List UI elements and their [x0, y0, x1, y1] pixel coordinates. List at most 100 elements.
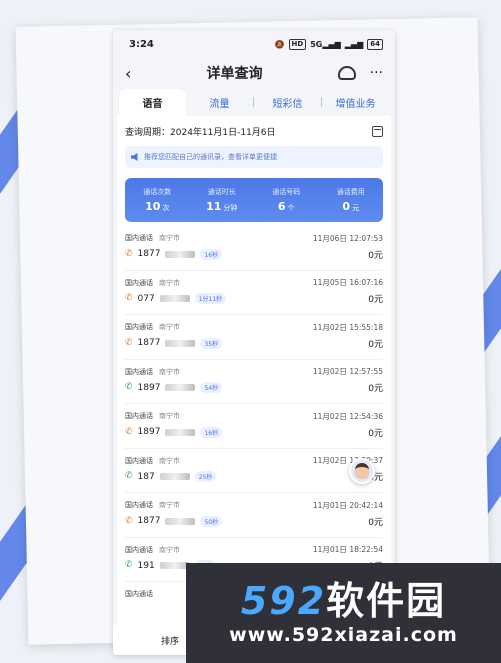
call-duration-badge: 16秒 [200, 426, 223, 438]
call-datetime: 11月02日 12:57:55 [312, 367, 383, 376]
call-fee: 0元 [368, 339, 383, 350]
call-number: 1877 [137, 249, 161, 259]
call-type: 国内通话 [125, 323, 153, 331]
call-duration-badge: 54秒 [200, 382, 223, 393]
call-type: 国内通话 [125, 456, 153, 465]
call-datetime: 11月02日 12:54:36 [312, 411, 383, 421]
status-icons: 🔕 HD 5G▂▄▆ ▂▄▆ 64 [275, 38, 383, 50]
call-row[interactable]: 国内通话 南宁市 11月02日 15:55:18 ✆ 1877 35秒 0元 [125, 315, 383, 360]
call-row[interactable]: 国内通话 南宁市 11月05日 16:07:16 ✆ 077 1分11秒 0元 [125, 271, 383, 315]
call-city: 南宁市 [159, 234, 180, 242]
call-type: 国内通话 [125, 412, 153, 420]
call-city: 南宁市 [159, 545, 180, 554]
call-datetime: 11月06日 12:07:53 [312, 233, 383, 243]
call-type: 国内通话 [125, 278, 153, 287]
call-number: 1897 [137, 427, 161, 437]
call-city: 南宁市 [159, 501, 180, 509]
nav-bar: ‹ 详单查询 ··· [113, 58, 395, 88]
masked-digits [159, 473, 190, 480]
tab-data[interactable]: 流量 [186, 95, 253, 116]
call-summary: 通话次数 10 次 通话时长 11 分钟 通话号码 6个 通话费用 0元 [125, 178, 383, 222]
masked-digits [165, 428, 196, 436]
battery-icon: 64 [367, 38, 383, 50]
tab-sms[interactable]: 短彩信 [254, 95, 321, 116]
call-duration-badge: 1分11秒 [194, 293, 227, 304]
assistant-face-icon [355, 463, 369, 479]
signal-5g-icon: 5G▂▄▆ [310, 39, 341, 49]
call-type: 国内通话 [125, 590, 153, 598]
outgoing-call-icon: ✆ [125, 515, 133, 526]
call-type: 国内通话 [125, 501, 153, 509]
call-row[interactable]: 国内通话 南宁市 11月02日 12:54:36 ✆ 1897 16秒 0元 [125, 404, 383, 449]
call-type: 国内通话 [125, 234, 153, 242]
speaker-icon [131, 153, 138, 161]
call-duration-badge: 35秒 [200, 337, 223, 349]
sort-button[interactable]: 排序 [161, 634, 179, 647]
call-city: 南宁市 [159, 367, 180, 376]
watermark-name: 软件园 [326, 579, 447, 623]
call-duration-badge: 16秒 [200, 248, 223, 260]
watermark-number: 592 [240, 579, 327, 623]
call-type: 国内通话 [125, 367, 153, 376]
chevron-left-icon[interactable]: ‹ [125, 64, 131, 83]
tab-value-added[interactable]: 增值业务 [322, 95, 389, 116]
call-row[interactable]: 国内通话 南宁市 11月02日 12:20:37 ✆ 187 25秒 0元 [125, 449, 383, 493]
watermark-brand: 592软件园 [241, 580, 446, 622]
call-row[interactable]: 国内通话 南宁市 11月02日 12:57:55 ✆ 1897 54秒 0元 [125, 360, 383, 404]
call-duration-badge: 25秒 [194, 471, 217, 482]
masked-digits [165, 384, 196, 391]
call-datetime: 11月01日 18:22:54 [312, 545, 383, 554]
summary-call-numbers: 通话号码 6个 [254, 178, 319, 222]
call-duration-badge: 50秒 [200, 515, 223, 527]
summary-label: 通话时长 [207, 188, 236, 196]
call-datetime: 11月02日 15:55:18 [312, 322, 383, 332]
more-icon[interactable]: ··· [370, 65, 383, 81]
summary-call-fee: 通话费用 0元 [319, 178, 384, 222]
call-fee: 0元 [368, 295, 383, 305]
masked-digits [165, 517, 196, 525]
call-number: 1877 [137, 516, 161, 526]
contact-match-notice[interactable]: 推荐您匹配自己的通讯录，查看详单更便捷 [125, 146, 383, 168]
summary-value: 6 [277, 200, 286, 213]
summary-value: 10 [145, 200, 161, 213]
masked-digits [165, 339, 196, 347]
summary-unit: 分钟 [223, 204, 238, 212]
tab-voice[interactable]: 语音 [119, 89, 186, 116]
status-bar: 3:24 🔕 HD 5G▂▄▆ ▂▄▆ 64 [113, 30, 395, 58]
call-city: 南宁市 [159, 412, 180, 420]
masked-digits [165, 250, 196, 258]
summary-unit: 个 [287, 204, 295, 212]
summary-label: 通话次数 [143, 188, 172, 196]
incoming-call-icon: ✆ [125, 382, 133, 392]
call-city: 南宁市 [159, 323, 180, 331]
summary-label: 通话费用 [336, 188, 365, 196]
outgoing-call-icon: ✆ [125, 426, 133, 437]
call-datetime: 11月05日 16:07:16 [312, 278, 383, 287]
outgoing-call-icon: ✆ [125, 293, 133, 303]
hd-icon: HD [288, 38, 307, 50]
call-number: 191 [137, 560, 155, 571]
masked-digits [159, 295, 190, 302]
incoming-call-icon: ✆ [125, 560, 133, 570]
page-title: 详单查询 [206, 66, 263, 82]
outgoing-call-icon: ✆ [125, 337, 133, 348]
notice-text: 推荐您匹配自己的通讯录，查看详单更便捷 [144, 153, 277, 161]
phone-screen: 3:24 🔕 HD 5G▂▄▆ ▂▄▆ 64 ‹ 详单查询 ··· 语音 流量 … [113, 30, 395, 655]
call-row[interactable]: 国内通话 南宁市 11月06日 12:07:53 ✆ 1877 16秒 0元 [125, 226, 383, 271]
summary-value: 0 [342, 200, 351, 213]
summary-unit: 元 [352, 204, 360, 212]
summary-value: 11 [206, 200, 222, 213]
assistant-avatar[interactable] [349, 458, 375, 484]
call-fee: 0元 [368, 428, 383, 439]
summary-call-count: 通话次数 10 次 [125, 178, 190, 222]
call-fee: 0元 [368, 517, 383, 528]
query-period-label: 查询周期： [125, 127, 171, 138]
headset-icon[interactable] [337, 66, 356, 80]
call-fee: 0元 [368, 250, 383, 261]
call-row[interactable]: 国内通话 南宁市 11月01日 20:42:14 ✆ 1877 50秒 0元 [125, 493, 383, 538]
calendar-icon[interactable] [372, 125, 383, 137]
watermark: 592软件园 www.592xiazai.com [186, 563, 501, 663]
call-number: 1897 [137, 382, 161, 393]
call-number: 187 [137, 471, 155, 482]
call-city: 南宁市 [159, 278, 180, 287]
